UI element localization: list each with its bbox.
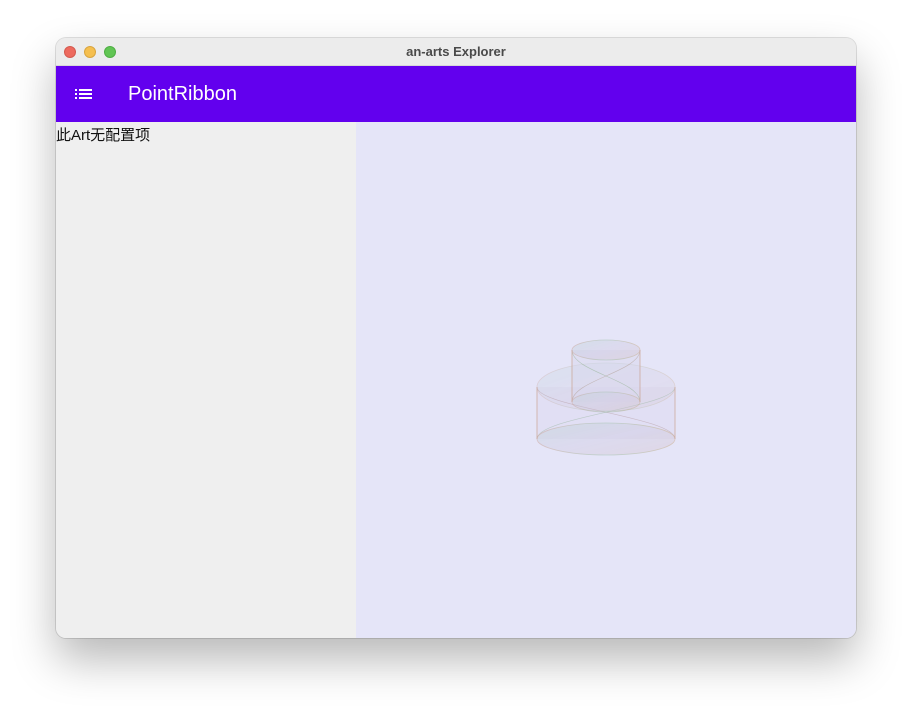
config-sidebar: 此Art无配置项 (56, 122, 356, 638)
menu-button[interactable] (70, 80, 98, 108)
list-icon (75, 89, 92, 99)
no-config-message: 此Art无配置项 (56, 127, 151, 144)
title-bar[interactable]: an-arts Explorer (56, 38, 856, 66)
upper-ribbon (571, 339, 641, 413)
point-ribbon-artwork (536, 339, 676, 456)
app-window: an-arts Explorer PointRibbon 此Art无配置项 (56, 38, 856, 638)
art-canvas[interactable] (356, 122, 856, 638)
app-bar: PointRibbon (56, 66, 856, 122)
window-title: an-arts Explorer (406, 44, 506, 59)
app-title: PointRibbon (128, 83, 237, 105)
